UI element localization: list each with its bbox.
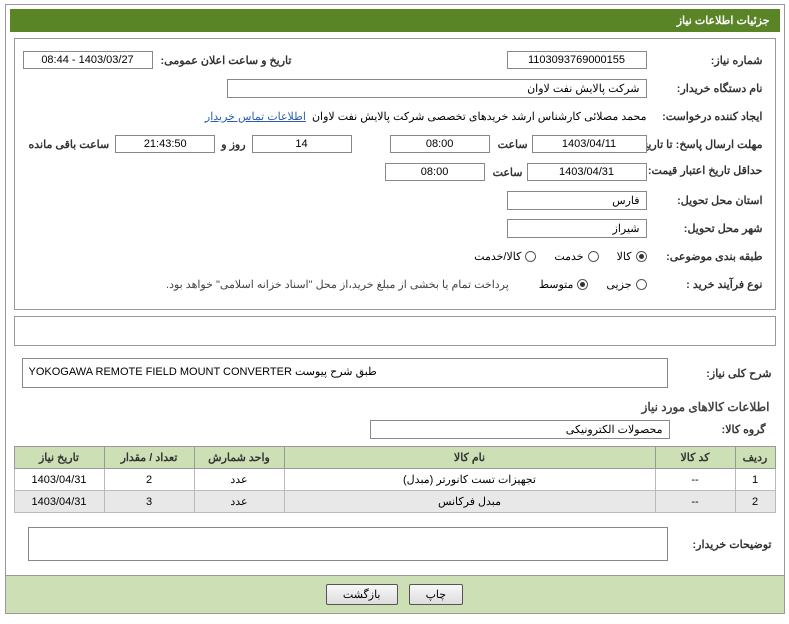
table-row: 2--مبدل فرکانسعدد31403/04/31 (14, 491, 775, 513)
validity-date-value: 1403/04/31 (527, 163, 647, 181)
contact-buyer-link[interactable]: اطلاعات تماس خریدار (205, 110, 306, 123)
radio-goods-label: کالا (617, 250, 632, 263)
radio-partial[interactable] (636, 279, 647, 290)
response-time-value: 08:00 (390, 135, 490, 153)
countdown-value: 21:43:50 (115, 135, 215, 153)
city-value: شیراز (507, 219, 647, 238)
back-button[interactable]: بازگشت (326, 584, 398, 605)
goods-table: ردیف کد کالا نام کالا واحد شمارش تعداد /… (14, 446, 776, 513)
requester-value: محمد مصلائی کارشناس ارشد خریدهای تخصصی ش… (312, 110, 647, 123)
general-desc-value: YOKOGAWA REMOTE FIELD MOUNT CONVERTER طب… (22, 358, 668, 388)
radio-both[interactable] (525, 251, 536, 262)
goods-info-title: اطلاعات کالاهای مورد نیاز (6, 400, 770, 414)
print-button[interactable]: چاپ (409, 584, 464, 605)
goods-group-label: گروه کالا: (670, 423, 770, 436)
radio-service[interactable] (588, 251, 599, 262)
category-radio-group: کالا خدمت کالا/خدمت (474, 250, 646, 263)
general-desc-label: شرح کلی نیاز: (676, 367, 776, 380)
table-cell-row: 2 (735, 491, 775, 513)
table-cell-date: 1403/04/31 (14, 469, 104, 491)
province-value: فارس (507, 191, 647, 210)
hour-label-2: ساعت (485, 166, 527, 179)
hour-label-1: ساعت (490, 138, 532, 151)
table-cell-unit: عدد (194, 491, 284, 513)
table-cell-code: -- (655, 469, 735, 491)
category-label: طبقه بندی موضوعی: (647, 250, 767, 263)
page-title: جزئیات اطلاعات نیاز (10, 9, 780, 32)
days-left-value: 14 (252, 135, 352, 153)
remaining-label: ساعت باقی مانده (23, 138, 116, 151)
th-unit: واحد شمارش (194, 447, 284, 469)
radio-partial-label: جزیی (606, 278, 631, 291)
buyer-org-value: شرکت پالایش نفت لاوان (227, 79, 647, 98)
radio-medium[interactable] (577, 279, 588, 290)
th-row: ردیف (735, 447, 775, 469)
radio-medium-label: متوسط (539, 278, 574, 291)
table-cell-date: 1403/04/31 (14, 491, 104, 513)
th-date: تاریخ نیاز (14, 447, 104, 469)
announce-datetime-value: 1403/03/27 - 08:44 (23, 51, 153, 69)
buyer-notes-value (28, 527, 668, 561)
process-radio-group: جزیی متوسط (539, 278, 647, 291)
table-row: 1--تجهیزات تست کانورتر (مبدل)عدد21403/04… (14, 469, 775, 491)
th-code: کد کالا (655, 447, 735, 469)
table-cell-row: 1 (735, 469, 775, 491)
footer-bar: چاپ بازگشت (6, 575, 784, 613)
response-deadline-label: مهلت ارسال پاسخ: تا تاریخ: (647, 138, 767, 151)
main-info-section: شماره نیاز: 1103093769000155 تاریخ و ساع… (14, 38, 776, 310)
buyer-org-label: نام دستگاه خریدار: (647, 82, 767, 95)
th-qty: تعداد / مقدار (104, 447, 194, 469)
table-cell-name: تجهیزات تست کانورتر (مبدل) (284, 469, 655, 491)
table-cell-qty: 3 (104, 491, 194, 513)
table-cell-code: -- (655, 491, 735, 513)
th-name: نام کالا (284, 447, 655, 469)
response-date-value: 1403/04/11 (532, 135, 647, 153)
min-validity-label: حداقل تاریخ اعتبار قیمت: تا تاریخ: (647, 165, 767, 178)
need-number-label: شماره نیاز: (647, 54, 767, 67)
process-type-label: نوع فرآیند خرید : (647, 278, 767, 291)
days-and-label: روز و (215, 138, 251, 151)
table-cell-unit: عدد (194, 469, 284, 491)
table-cell-qty: 2 (104, 469, 194, 491)
process-note: پرداخت تمام یا بخشی از مبلغ خرید،از محل … (23, 278, 509, 291)
city-label: شهر محل تحویل: (647, 222, 767, 235)
validity-time-value: 08:00 (385, 163, 485, 181)
requester-label: ایجاد کننده درخواست: (647, 110, 767, 123)
need-number-value: 1103093769000155 (507, 51, 647, 69)
radio-both-label: کالا/خدمت (474, 250, 521, 263)
radio-service-label: خدمت (554, 250, 583, 263)
table-cell-name: مبدل فرکانس (284, 491, 655, 513)
goods-group-value: محصولات الکترونیکی (370, 420, 670, 439)
radio-goods[interactable] (636, 251, 647, 262)
separator-section (14, 316, 776, 346)
buyer-notes-label: توضیحات خریدار: (676, 538, 776, 551)
announce-datetime-label: تاریخ و ساعت اعلان عمومی: (153, 54, 296, 67)
province-label: استان محل تحویل: (647, 194, 767, 207)
